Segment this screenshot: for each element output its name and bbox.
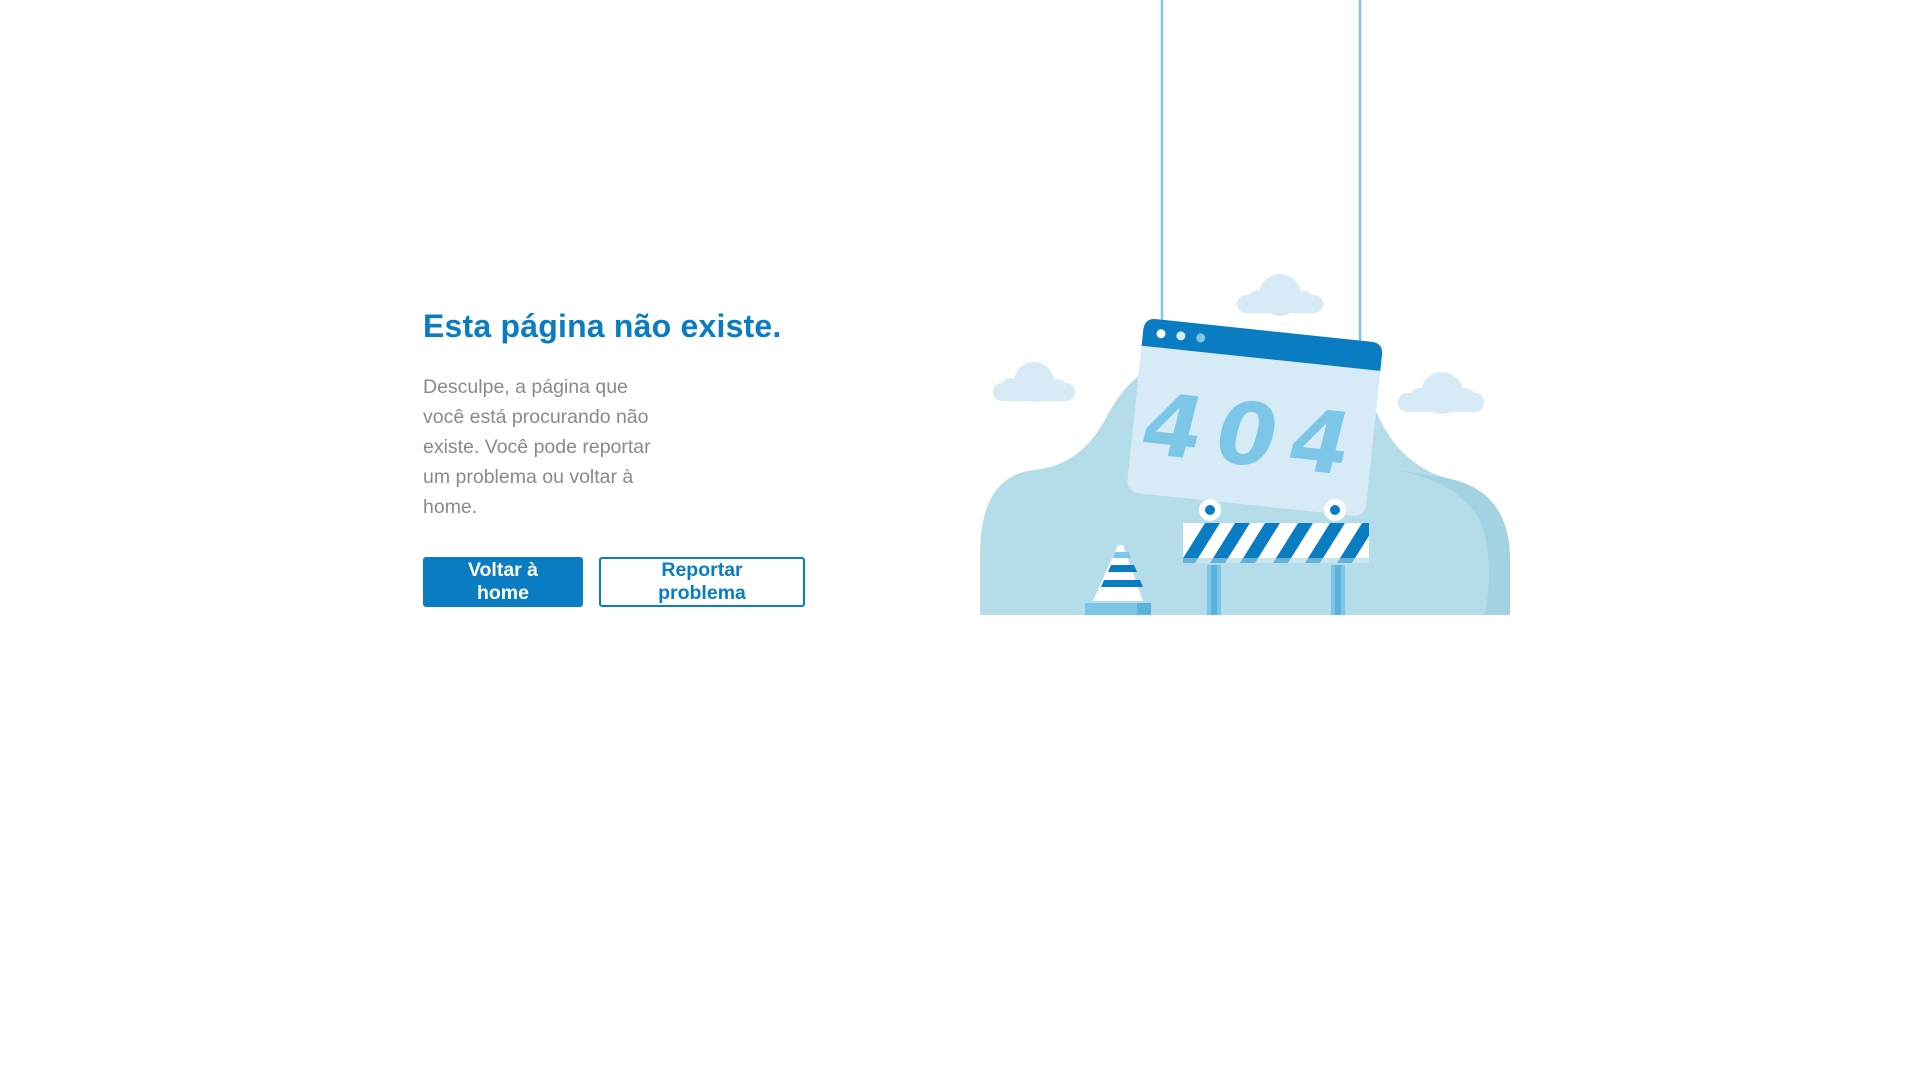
- cloud-icon: [993, 362, 1075, 402]
- error-description: Desculpe, a página que você está procura…: [423, 376, 651, 518]
- cloud-icon: [1398, 372, 1484, 414]
- browser-window-icon: 404: [1127, 319, 1383, 516]
- cloud-icon: [1237, 274, 1323, 316]
- error-message-block: Esta página não existe. Desculpe, a pági…: [423, 302, 823, 522]
- report-problem-button[interactable]: Reportar problema: [599, 557, 805, 607]
- page-title: Esta página não existe.: [423, 308, 782, 344]
- 404-illustration: 404: [980, 0, 1510, 615]
- back-home-button[interactable]: Voltar à home: [423, 557, 583, 607]
- action-buttons: Voltar à home Reportar problema: [423, 557, 805, 607]
- error-page: Esta página não existe. Desculpe, a pági…: [0, 0, 1920, 1080]
